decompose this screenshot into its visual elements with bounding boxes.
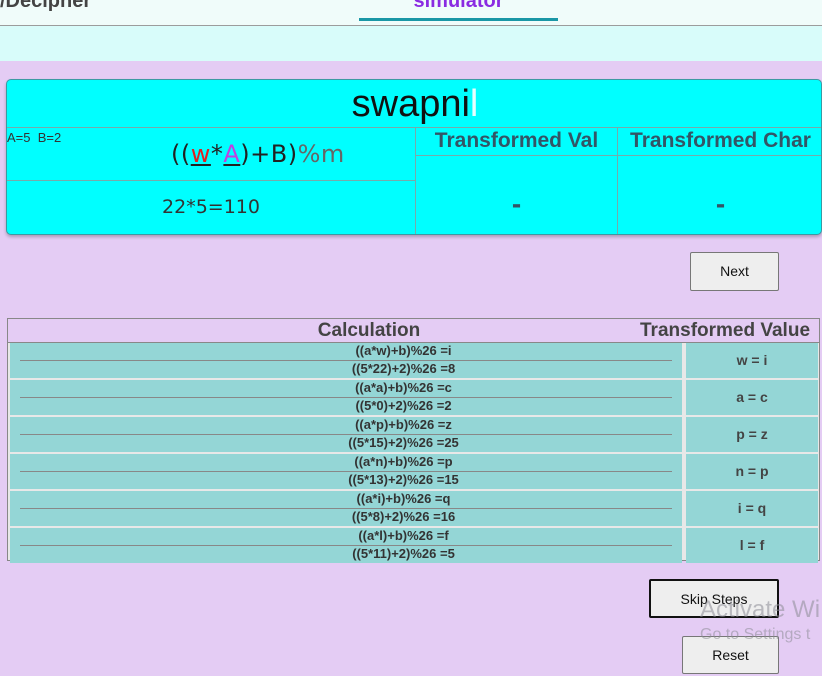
step-formula: ((a*n)+b)%26 =p: [354, 454, 453, 469]
calc-result: 22*5=110: [162, 196, 260, 218]
formula-open: ((: [171, 140, 191, 168]
steps-table-header: Calculation Transformed Value: [8, 319, 819, 343]
transformed-value-header: Transformed Value: [640, 320, 811, 341]
table-row: ((a*w)+b)%26 =i ((5*22)+2)%26 =8 w = i: [10, 343, 818, 378]
table-row: ((a*p)+b)%26 =z ((5*15)+2)%26 =25 p = z: [10, 417, 818, 452]
table-row: ((a*i)+b)%26 =q ((5*8)+2)%26 =16 i = q: [10, 491, 818, 526]
transformed-val-value: -: [511, 188, 522, 219]
table-row: ((a*a)+b)%26 =c ((5*0)+2)%26 =2 a = c: [10, 380, 818, 415]
step-value: l = f: [686, 528, 818, 563]
formula-close: )+B): [240, 140, 298, 168]
formula-letter-var: w: [190, 140, 211, 168]
skip-steps-button[interactable]: Skip Steps: [649, 579, 779, 618]
tab-simulator[interactable]: simulator: [359, 0, 558, 13]
transformed-char-value: -: [715, 188, 726, 219]
reset-button[interactable]: Reset: [682, 636, 779, 674]
step-calculation: ((a*i)+b)%26 =q ((5*8)+2)%26 =16: [10, 491, 682, 526]
step-numeric: ((5*8)+2)%26 =16: [351, 509, 456, 524]
step-formula: ((a*p)+b)%26 =z: [355, 417, 452, 432]
key-params: A=5 B=2: [7, 130, 62, 145]
sub-header-bar: [0, 26, 822, 61]
formula-a-var: A: [223, 140, 241, 168]
step-formula: ((a*w)+b)%26 =i: [355, 343, 452, 358]
transformed-char-header: Transformed Char: [630, 129, 811, 152]
step-formula: ((a*a)+b)%26 =c: [355, 380, 452, 395]
top-nav: /Decipher simulator: [0, 0, 822, 26]
tab-decipher[interactable]: /Decipher: [0, 0, 91, 13]
step-value: w = i: [686, 343, 818, 378]
steps-table: Calculation Transformed Value ((a*w)+b)%…: [7, 318, 820, 563]
step-value: p = z: [686, 417, 818, 452]
word-current-letter: l: [469, 83, 479, 125]
step-calculation: ((a*w)+b)%26 =i ((5*22)+2)%26 =8: [10, 343, 682, 378]
next-button[interactable]: Next: [690, 252, 779, 291]
step-value: i = q: [686, 491, 818, 526]
formula-star: *: [210, 140, 224, 168]
cipher-formula: ((w*A)+B)%m: [171, 140, 345, 168]
calculation-header: Calculation: [317, 320, 421, 341]
step-formula: ((a*l)+b)%26 =f: [358, 528, 449, 543]
table-row: ((a*l)+b)%26 =f ((5*11)+2)%26 =5 l = f: [10, 528, 818, 563]
divider: [7, 180, 415, 181]
table-row: ((a*n)+b)%26 =p ((5*13)+2)%26 =15 n = p: [10, 454, 818, 489]
divider: [415, 155, 821, 156]
step-value: n = p: [686, 454, 818, 489]
active-tab-indicator: [359, 18, 558, 21]
step-numeric: ((5*13)+2)%26 =15: [348, 472, 459, 487]
step-numeric: ((5*0)+2)%26 =2: [355, 398, 452, 413]
step-calculation: ((a*p)+b)%26 =z ((5*15)+2)%26 =25: [10, 417, 682, 452]
step-value: a = c: [686, 380, 818, 415]
step-numeric: ((5*22)+2)%26 =8: [351, 361, 456, 376]
word-processed: swapni: [351, 83, 470, 125]
step-numeric: ((5*15)+2)%26 =25: [348, 435, 459, 450]
step-calculation: ((a*a)+b)%26 =c ((5*0)+2)%26 =2: [10, 380, 682, 415]
formula-mod: %m: [297, 140, 345, 168]
step-numeric: ((5*11)+2)%26 =5: [352, 546, 455, 561]
step-calculation: ((a*l)+b)%26 =f ((5*11)+2)%26 =5: [10, 528, 682, 563]
step-formula: ((a*i)+b)%26 =q: [356, 491, 451, 506]
step-calculation: ((a*n)+b)%26 =p ((5*13)+2)%26 =15: [10, 454, 682, 489]
plaintext-word: swapnil: [7, 80, 821, 128]
cipher-card: swapnil A=5 B=2 ((w*A)+B)%m 22*5=110 Tra…: [6, 79, 822, 235]
transformed-val-header: Transformed Val: [434, 129, 599, 152]
